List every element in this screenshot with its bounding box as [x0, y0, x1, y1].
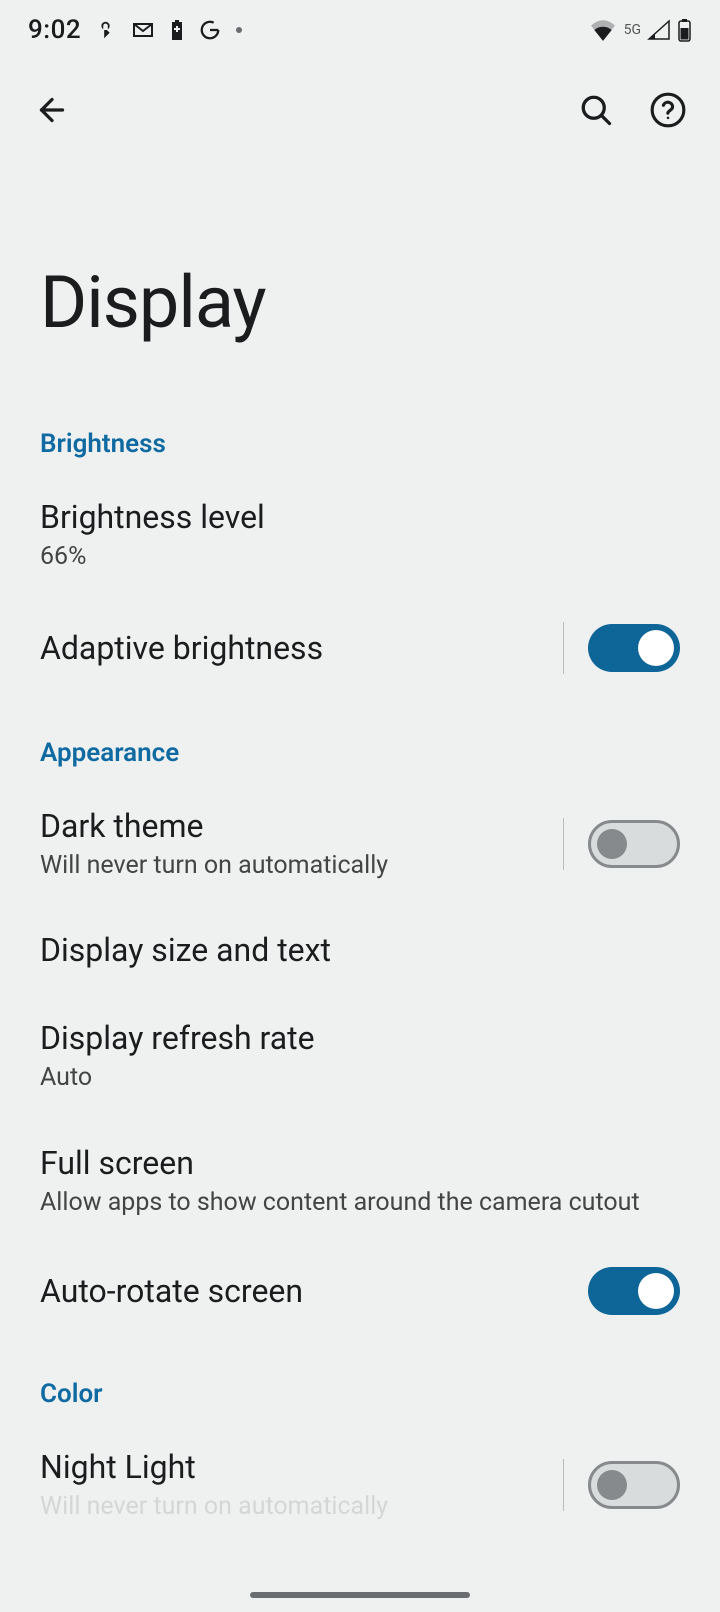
full-screen-row[interactable]: Full screen Allow apps to show content a… — [0, 1119, 720, 1244]
status-time: 9:02 — [28, 15, 81, 45]
divider — [563, 1459, 564, 1511]
auto-rotate-title: Auto-rotate screen — [40, 1271, 588, 1311]
refresh-rate-value: Auto — [40, 1062, 680, 1095]
auto-rotate-toggle[interactable] — [588, 1267, 680, 1315]
battery-icon — [677, 18, 692, 42]
dark-theme-row[interactable]: Dark theme Will never turn on automatica… — [0, 782, 720, 907]
gmail-icon — [131, 18, 155, 42]
dark-theme-toggle[interactable] — [588, 820, 680, 868]
section-header-color: Color — [0, 1339, 720, 1423]
dot-icon — [235, 26, 243, 34]
back-button[interactable] — [28, 86, 76, 134]
gesture-icon — [95, 19, 117, 41]
night-light-toggle[interactable] — [588, 1461, 680, 1509]
search-icon — [578, 92, 614, 128]
battery-plus-icon — [169, 18, 185, 42]
auto-rotate-row[interactable]: Auto-rotate screen — [0, 1243, 720, 1339]
dark-theme-sub: Will never turn on automatically — [40, 850, 551, 883]
google-icon — [199, 19, 221, 41]
divider — [563, 622, 564, 674]
night-light-sub: Will never turn on automatically — [40, 1491, 551, 1524]
display-size-title: Display size and text — [40, 930, 680, 970]
adaptive-brightness-toggle[interactable] — [588, 624, 680, 672]
adaptive-brightness-title: Adaptive brightness — [40, 628, 551, 668]
brightness-level-title: Brightness level — [40, 497, 680, 537]
page-title: Display — [0, 160, 720, 405]
night-light-title: Night Light — [40, 1447, 551, 1487]
gesture-bar[interactable] — [250, 1592, 470, 1598]
full-screen-title: Full screen — [40, 1143, 680, 1183]
refresh-rate-title: Display refresh rate — [40, 1018, 680, 1058]
section-header-brightness: Brightness — [0, 405, 720, 473]
arrow-left-icon — [34, 92, 70, 128]
status-right: 5G — [590, 18, 692, 42]
section-header-appearance: Appearance — [0, 698, 720, 782]
brightness-level-row[interactable]: Brightness level 66% — [0, 473, 720, 598]
network-label: 5G — [624, 22, 641, 38]
status-left: 9:02 — [28, 15, 243, 45]
night-light-row[interactable]: Night Light Will never turn on automatic… — [0, 1423, 720, 1524]
display-size-row[interactable]: Display size and text — [0, 906, 720, 994]
refresh-rate-row[interactable]: Display refresh rate Auto — [0, 994, 720, 1119]
signal-icon — [647, 19, 671, 41]
search-button[interactable] — [572, 86, 620, 134]
adaptive-brightness-row[interactable]: Adaptive brightness — [0, 598, 720, 698]
divider — [563, 818, 564, 870]
status-bar: 9:02 5G — [0, 0, 720, 60]
full-screen-sub: Allow apps to show content around the ca… — [40, 1187, 680, 1220]
brightness-level-value: 66% — [40, 541, 680, 574]
wifi-icon — [590, 19, 616, 41]
action-bar — [0, 60, 720, 160]
dark-theme-title: Dark theme — [40, 806, 551, 846]
help-button[interactable] — [644, 86, 692, 134]
help-icon — [649, 91, 687, 129]
